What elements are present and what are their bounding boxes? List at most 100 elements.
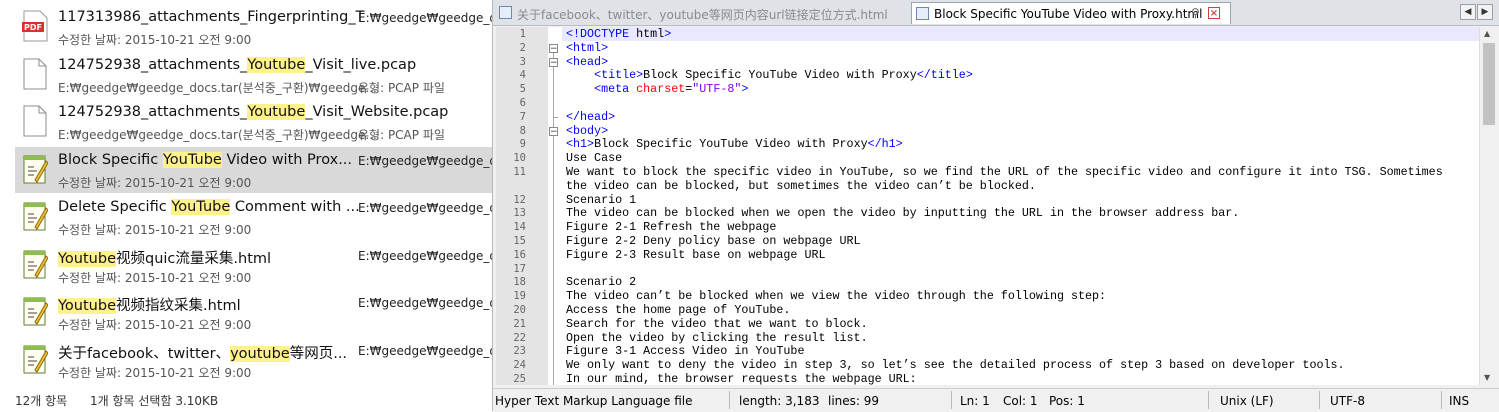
file-name-prefix: 关于facebook、twitter、 bbox=[58, 345, 231, 362]
explorer-status-bar: 12개 항목 1개 항목 선택함 3.10KB bbox=[0, 389, 492, 411]
code-line: <h1>Block Specific YouTube Video with Pr… bbox=[566, 137, 903, 152]
tab-bar: 关于facebook、twitter、youtube等网页内容url链接定位方式… bbox=[493, 0, 1499, 26]
file-name-suffix: Comment with ... bbox=[230, 199, 360, 215]
line-number: 13 bbox=[513, 207, 526, 220]
tab-facebook-twitter-youtube-html[interactable]: 关于facebook、twitter、youtube等网页内容url链接定位方式… bbox=[495, 2, 910, 24]
file-location: E:₩geedge₩geedge_docs bbox=[358, 248, 492, 263]
code-line: Scenario 1 bbox=[566, 192, 637, 207]
file-name-prefix: 124752938_attachments_ bbox=[58, 56, 248, 73]
file-list-item[interactable]: Delete Specific YouTube Comment with ...… bbox=[15, 194, 492, 240]
scrollbar-thumb[interactable] bbox=[1483, 43, 1495, 125]
file-list-item[interactable]: Youtube视频quic流量采集.html 수정한 날짜: 2015-10-21… bbox=[15, 242, 492, 288]
insert-mode: INS bbox=[1449, 394, 1470, 408]
line-number: 14 bbox=[513, 221, 526, 234]
file-name-suffix: Video with Prox... bbox=[221, 151, 353, 168]
file-name-prefix: 124752938_attachments_ bbox=[58, 104, 248, 120]
file-location: E:₩geedge₩geedge_docs bbox=[358, 153, 492, 168]
vertical-scrollbar[interactable]: ▲ ▼ bbox=[1479, 27, 1497, 385]
tab-scroll-right-button[interactable]: ▶ bbox=[1477, 4, 1493, 20]
file-list-item[interactable]: Youtube视频指纹采集.html 수정한 날짜: 2015-10-21 오전 … bbox=[15, 289, 492, 335]
line-number: 11 bbox=[513, 166, 526, 178]
lines-count: lines: 99 bbox=[828, 394, 880, 408]
file-name: Youtube视频指纹采集.html bbox=[58, 294, 241, 315]
notepad-file-icon bbox=[22, 248, 49, 280]
search-match-highlight: YouTube bbox=[171, 199, 231, 215]
notepad-file-icon bbox=[22, 200, 49, 232]
file-location: E:₩geedge₩geedge_docs bbox=[358, 201, 492, 215]
code-line: Figure 2-3 Result base on webpage URL bbox=[566, 247, 826, 262]
eol-format: Unix (LF) bbox=[1220, 394, 1274, 408]
code-line: Scenario 2 bbox=[566, 275, 637, 290]
file-name-prefix: Block Specific bbox=[58, 151, 163, 168]
code-line: <body> bbox=[566, 123, 609, 138]
line-number: 15 bbox=[513, 235, 526, 247]
file-list-item[interactable]: 124752938_attachments_Youtube_Visit_Webs… bbox=[15, 99, 492, 145]
fold-end-marker bbox=[553, 116, 558, 118]
search-match-highlight: Youtube bbox=[247, 56, 306, 73]
notepad-file-icon bbox=[22, 343, 49, 375]
line-number: 16 bbox=[513, 248, 526, 261]
file-details: 수정한 날짜: 2015-10-21 오전 9:00 bbox=[58, 365, 252, 380]
code-line: <head> bbox=[566, 54, 609, 69]
pin-icon[interactable]: ⚲ bbox=[1191, 6, 1200, 20]
tab-scroll-left-button[interactable]: ◀ bbox=[1460, 4, 1476, 20]
tab-label: 关于facebook、twitter、youtube等网页内容url链接定位方式… bbox=[517, 8, 888, 22]
notepad-plus-plus-window: 关于facebook、twitter、youtube等网页内容url链接定位方式… bbox=[492, 0, 1499, 412]
file-name: 124752938_attachments_Youtube_Visit_Webs… bbox=[58, 104, 448, 120]
code-editor[interactable]: 1 2 3 4 5 6 7 8 9 10 11 12 13 14 15 16 17 18 19 20 21 22 23 24 2… bbox=[496, 27, 1479, 385]
line-number: 22 bbox=[513, 331, 526, 344]
editor-status-bar: Hyper Text Markup Language file length: … bbox=[493, 388, 1499, 412]
file-name-prefix: 117313986_attachments_Fingerprinting_T bbox=[58, 9, 365, 25]
notepad-file-icon bbox=[22, 153, 49, 185]
line-number: 25 bbox=[513, 373, 526, 385]
tab-label: Block Specific YouTube Video with Proxy.… bbox=[934, 7, 1203, 21]
file-name: Delete Specific YouTube Comment with ... bbox=[58, 199, 360, 215]
fold-toggle-icon[interactable]: − bbox=[549, 57, 558, 67]
file-details: 수정한 날짜: 2015-10-21 오전 9:00 bbox=[58, 270, 252, 285]
tab-block-specific-youtube-video[interactable]: Block Specific YouTube Video with Proxy.… bbox=[911, 2, 1231, 24]
scroll-down-icon[interactable]: ▼ bbox=[1484, 373, 1490, 382]
file-explorer-results: PDF 117313986_attachments_Fingerprinting_… bbox=[0, 0, 492, 411]
code-line: We want to block the specific video in Y… bbox=[566, 165, 1443, 179]
file-details: 수정한 날짜: 2015-10-21 오전 9:00 bbox=[58, 33, 252, 47]
scroll-up-icon[interactable]: ▲ bbox=[1484, 29, 1490, 38]
close-icon[interactable]: × bbox=[1208, 7, 1220, 19]
line-number: 17 bbox=[513, 262, 526, 275]
code-line: The video can’t be blocked when we view … bbox=[566, 289, 1107, 304]
file-name: 117313986_attachments_Fingerprinting_T bbox=[58, 9, 365, 25]
code-line: the video can be blocked, but sometimes … bbox=[566, 178, 1036, 193]
search-match-highlight: youtube bbox=[230, 345, 290, 362]
file-name-suffix: _Visit_Website.pcap bbox=[305, 104, 449, 120]
line-number: 5 bbox=[519, 83, 526, 96]
file-location: E:₩geedge₩geedge_docs bbox=[358, 343, 492, 358]
file-list-item[interactable]: PDF 117313986_attachments_Fingerprinting_… bbox=[15, 4, 492, 50]
code-line: </head> bbox=[566, 109, 616, 124]
file-list-item[interactable]: 关于facebook、twitter、youtube等网页... 수정한 날짜: … bbox=[15, 337, 492, 383]
column-position: Col: 1 bbox=[1003, 394, 1038, 408]
file-icon bbox=[916, 7, 929, 20]
file-name-suffix: 视频quic流量采集.html bbox=[116, 250, 272, 267]
fold-toggle-icon[interactable]: − bbox=[549, 126, 558, 136]
item-count: 12개 항목 bbox=[15, 394, 68, 408]
pdf-file-icon: PDF bbox=[22, 10, 48, 42]
notepad-file-icon bbox=[22, 295, 49, 327]
file-list-item[interactable]: Block Specific YouTube Video with Prox..… bbox=[15, 146, 492, 193]
code-line: Search for the video that we want to blo… bbox=[566, 316, 868, 331]
selection-info: 1개 항목 선택함 3.10KB bbox=[90, 394, 219, 408]
line-number: 23 bbox=[513, 345, 526, 358]
line-number: 21 bbox=[513, 317, 526, 330]
encoding: UTF-8 bbox=[1330, 394, 1365, 408]
line-number: 2 bbox=[519, 41, 526, 54]
code-line: Open the video by clicking the result li… bbox=[566, 330, 868, 345]
fold-toggle-icon[interactable]: − bbox=[549, 43, 558, 53]
file-list-item[interactable]: 124752938_attachments_Youtube_Visit_live… bbox=[15, 52, 492, 98]
search-match-highlight: Youtube bbox=[247, 104, 306, 120]
code-line: Use Case bbox=[566, 151, 623, 166]
line-number: 18 bbox=[513, 276, 526, 289]
code-line: <meta charset="UTF-8"> bbox=[594, 82, 749, 97]
search-match-highlight: YouTube bbox=[162, 151, 222, 168]
line-number: 24 bbox=[513, 359, 526, 372]
line-number: 4 bbox=[519, 69, 526, 82]
search-match-highlight: Youtube bbox=[58, 250, 116, 267]
file-name-suffix: 视频指纹采集.html bbox=[116, 298, 241, 314]
